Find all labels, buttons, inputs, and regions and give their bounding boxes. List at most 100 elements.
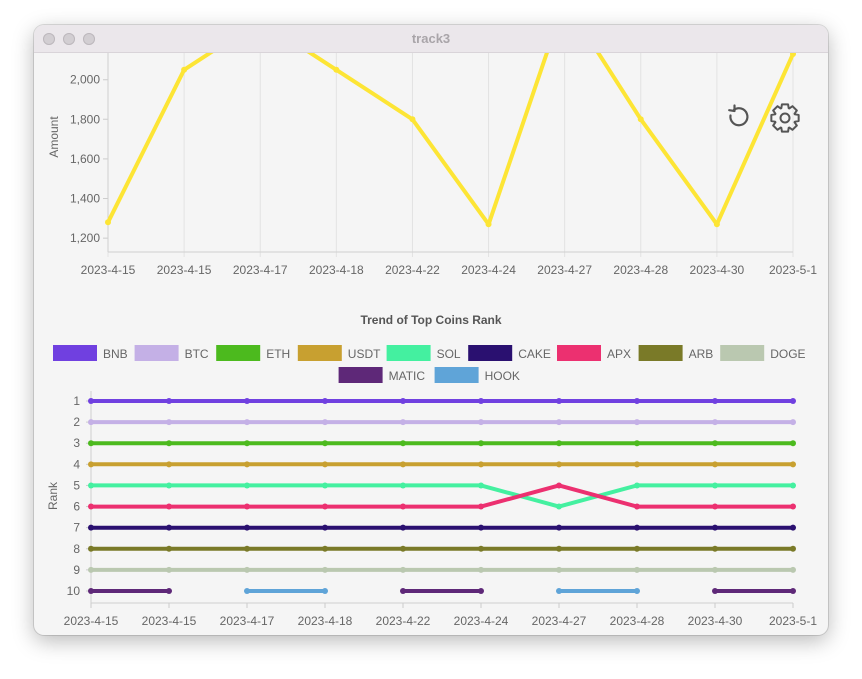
data-point	[400, 419, 406, 426]
x-tick-label: 2023-4-30	[688, 614, 743, 628]
legend-label: APX	[607, 347, 631, 361]
data-point	[790, 545, 796, 552]
data-point	[88, 566, 94, 573]
data-point	[88, 440, 94, 447]
title-bar: track3	[34, 25, 828, 53]
data-point	[400, 461, 406, 468]
chart-title: Trend of Top Coins Rank	[360, 313, 501, 327]
data-point	[556, 440, 562, 447]
x-tick-label: 2023-5-1	[769, 614, 817, 628]
amount-point	[409, 116, 416, 123]
data-point	[166, 440, 172, 447]
content-area: 1,200 1,400 1,600 1,800 2,000 2023-4-15 2023-4…	[34, 53, 828, 635]
data-point	[166, 419, 172, 426]
data-point	[322, 524, 328, 531]
series-matic	[88, 588, 796, 594]
gear-hub	[779, 112, 791, 124]
data-point	[712, 566, 718, 573]
data-point	[322, 545, 328, 552]
x-tick-label: 2023-4-17	[233, 263, 288, 277]
legend-label: BNB	[103, 347, 128, 361]
x-tick-label: 2023-4-30	[690, 263, 745, 277]
data-point	[478, 503, 484, 510]
data-point	[400, 440, 406, 447]
data-point	[556, 482, 562, 489]
data-point	[790, 588, 796, 594]
data-point	[634, 440, 640, 447]
x-tick-label: 2023-4-18	[309, 263, 364, 277]
legend-swatch	[434, 367, 479, 383]
data-point	[400, 588, 406, 594]
data-point	[322, 419, 328, 426]
y-axis-title: Amount	[47, 116, 61, 158]
legend-label: HOOK	[485, 369, 520, 383]
legend-label: USDT	[348, 347, 381, 361]
series-bnb	[88, 398, 796, 404]
data-point	[88, 503, 94, 510]
data-point	[556, 524, 562, 531]
series-eth	[88, 440, 796, 447]
data-point	[478, 545, 484, 552]
data-point	[244, 524, 250, 531]
x-tick-label: 2023-4-27	[532, 614, 587, 628]
x-tick-label: 2023-4-17	[220, 614, 275, 628]
series-line	[91, 483, 793, 509]
settings-button[interactable]	[768, 101, 802, 135]
data-point	[88, 588, 94, 594]
x-tick-label: 2023-4-15	[157, 263, 212, 277]
x-tick-label: 2023-4-15	[142, 614, 197, 628]
data-point	[790, 419, 796, 426]
data-point	[322, 588, 328, 594]
data-point	[88, 545, 94, 552]
rank-chart: Trend of Top Coins Rank BNB BTC ETH USDT SOL C…	[46, 313, 817, 628]
data-point	[478, 482, 484, 489]
data-point	[556, 398, 562, 404]
data-point	[322, 482, 328, 489]
data-point	[400, 566, 406, 573]
amount-chart: 1,200 1,400 1,600 1,800 2,000 2023-4-15 2023-4…	[47, 53, 817, 277]
data-point	[88, 524, 94, 531]
data-point	[478, 588, 484, 594]
data-point	[400, 398, 406, 404]
y-tick-label: 9	[73, 563, 80, 577]
data-point	[244, 419, 250, 426]
data-point	[556, 545, 562, 552]
data-point	[166, 461, 172, 468]
legend-swatch	[338, 367, 383, 383]
data-point	[712, 482, 718, 489]
app-window: track3 1,200 1,400 1,600 1,800 2,000 2023-4-1…	[34, 25, 828, 635]
legend-label: DOGE	[770, 347, 805, 361]
amount-point	[105, 219, 111, 226]
x-tick-label: 2023-5-1	[769, 263, 817, 277]
data-point	[166, 398, 172, 404]
data-point	[478, 566, 484, 573]
legend-swatch	[53, 345, 97, 361]
data-point	[88, 461, 94, 468]
legend-label: BTC	[185, 347, 209, 361]
gear-icon	[770, 103, 800, 133]
y-tick-label: 10	[67, 584, 81, 598]
y-tick-label: 1,400	[70, 192, 100, 206]
data-point	[712, 461, 718, 468]
data-point	[166, 482, 172, 489]
legend-label: ARB	[689, 347, 714, 361]
data-point	[478, 419, 484, 426]
legend-swatch	[720, 345, 765, 361]
data-point	[790, 503, 796, 510]
data-point	[244, 461, 250, 468]
legend-swatch	[557, 345, 601, 361]
y-tick-label: 1,800	[70, 112, 100, 126]
y-tick-label: 1,200	[70, 231, 100, 245]
data-point	[556, 503, 562, 510]
amount-line	[106, 53, 795, 227]
data-point	[244, 482, 250, 489]
data-point	[712, 545, 718, 552]
data-point	[634, 482, 640, 489]
legend-label: MATIC	[389, 369, 426, 383]
data-point	[166, 588, 172, 594]
refresh-button[interactable]	[724, 103, 752, 131]
amount-point	[637, 116, 644, 123]
data-point	[790, 398, 796, 404]
legend-swatch	[216, 345, 261, 361]
data-point	[790, 524, 796, 531]
